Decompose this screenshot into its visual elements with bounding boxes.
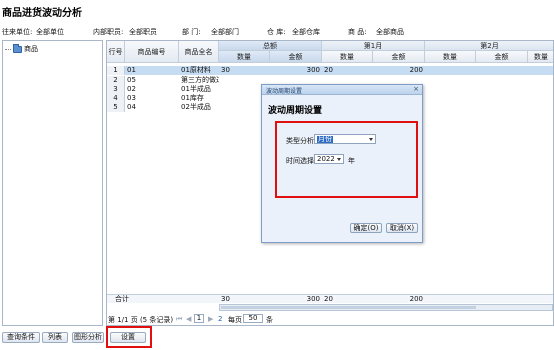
cell-name: 01原材料 [181, 66, 211, 74]
tree-item-label: 商品 [24, 45, 38, 53]
chart-analysis-button[interactable]: 图形分析 [72, 332, 104, 343]
per-page-input[interactable]: 50 [243, 314, 263, 323]
cell-name: 02半成品 [181, 103, 211, 111]
refresh-icon[interactable]: 2 [218, 315, 222, 323]
tree-connector [5, 48, 11, 50]
page-title: 商品进货波动分析 [2, 8, 82, 19]
cell-name: 01半成品 [181, 85, 211, 93]
first-page-icon[interactable]: ⏮ [176, 315, 182, 324]
col-header-rowno[interactable]: 行号 [107, 41, 125, 63]
horizontal-scrollbar[interactable] [219, 304, 553, 311]
col-header-m2-qty[interactable]: 数量 [425, 51, 476, 63]
cell-m1-amount: 200 [409, 66, 423, 74]
dialog-titlebar[interactable]: 波动周期设置 × [262, 85, 422, 95]
settings-highlight-box [106, 326, 152, 348]
table-row[interactable]: 1 01 01原材料 30 300 20 200 [107, 66, 553, 75]
group-header-total[interactable]: 总额 [219, 41, 322, 51]
filter-value-dept[interactable]: 全部部门 [211, 27, 239, 37]
cell-code: 05 [127, 76, 136, 84]
totals-total-amount: 300 [306, 295, 320, 303]
filter-label-staff: 内部职员: [93, 28, 124, 36]
cell-code: 03 [127, 94, 136, 102]
per-page-label: 每页 [228, 316, 242, 324]
totals-total-qty: 30 [221, 295, 230, 303]
col-header-m3-qty[interactable]: 数量 [528, 51, 553, 63]
dialog-fields-highlight-box [275, 121, 418, 198]
list-button[interactable]: 列表 [42, 332, 68, 343]
scrollbar-thumb[interactable] [221, 306, 476, 309]
col-header-m2-amount[interactable]: 金额 [476, 51, 528, 63]
next-page-icon[interactable]: ▶ [208, 315, 213, 323]
cell-name: 01库存 [181, 94, 204, 102]
category-tree: 商品 [2, 40, 103, 326]
group-header-month-1[interactable]: 第1月 [322, 41, 425, 51]
filter-value-unit[interactable]: 全部单位 [36, 27, 64, 37]
per-page-unit: 条 [266, 316, 273, 324]
cell-rowno: 2 [107, 76, 125, 85]
filter-label-dept: 部 门: [182, 28, 201, 36]
col-header-m1-qty[interactable]: 数量 [322, 51, 373, 63]
filter-label-unit: 往来单位: [2, 28, 33, 36]
query-conditions-button[interactable]: 查询条件 [2, 332, 40, 343]
close-icon[interactable]: × [413, 86, 419, 93]
dialog-heading: 波动周期设置 [268, 106, 323, 116]
cell-rowno: 4 [107, 94, 125, 103]
col-header-total-amount[interactable]: 金额 [270, 51, 322, 63]
col-header-code[interactable]: 商品编号 [125, 41, 179, 63]
ok-button[interactable]: 确定(O) [350, 223, 382, 233]
totals-label: 合计 [115, 295, 129, 303]
cell-name: 第三方的做过 [181, 76, 219, 84]
col-header-m1-amount[interactable]: 金额 [373, 51, 425, 63]
page-number-input[interactable]: 1 [194, 314, 204, 323]
pager-info: 第 1/1 页 (5 条记录) [108, 316, 174, 324]
dialog-title: 波动周期设置 [266, 88, 303, 95]
totals-m1-qty: 20 [324, 295, 333, 303]
tree-item-root[interactable]: 商品 [5, 43, 38, 54]
cell-m1-qty: 20 [324, 66, 333, 74]
filter-value-product[interactable]: 全部商品 [376, 27, 404, 37]
totals-m1-amount: 200 [409, 295, 423, 303]
filter-value-warehouse[interactable]: 全部仓库 [292, 27, 320, 37]
cell-total-amount: 300 [306, 66, 320, 74]
col-header-total-qty[interactable]: 数量 [219, 51, 270, 63]
cell-code: 01 [127, 66, 136, 74]
cancel-button[interactable]: 取消(X) [386, 223, 418, 233]
filter-value-staff[interactable]: 全部职员 [129, 27, 157, 37]
group-header-month-2[interactable]: 第2月 [425, 41, 553, 51]
cell-code: 02 [127, 85, 136, 93]
cell-total-qty: 30 [221, 66, 230, 74]
filter-bar: 往来单位: 全部单位 内部职员: 全部职员 部 门: 全部部门 仓 库: 全部仓… [2, 27, 554, 37]
cell-code: 04 [127, 103, 136, 111]
filter-label-product: 商 品: [348, 28, 367, 36]
filter-label-warehouse: 仓 库: [267, 28, 286, 36]
cell-rowno: 1 [107, 66, 125, 75]
col-header-name[interactable]: 商品全名 [179, 41, 219, 63]
cell-rowno: 5 [107, 103, 125, 112]
prev-page-icon[interactable]: ◀ [186, 315, 191, 323]
cell-rowno: 3 [107, 85, 125, 94]
folder-icon [13, 43, 22, 53]
totals-row: 合计 30 300 20 200 [107, 294, 553, 303]
